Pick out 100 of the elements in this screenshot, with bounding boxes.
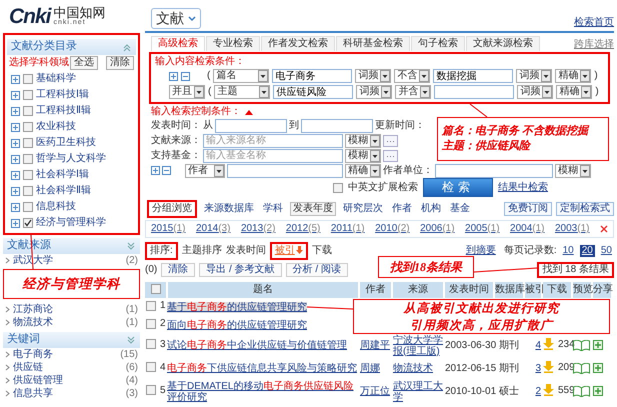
expand-icon[interactable] [11, 170, 20, 180]
group-tab[interactable]: 作者 [390, 202, 414, 214]
dropdown[interactable]: 并且 [169, 85, 205, 99]
dropdown[interactable]: 篇名 [213, 69, 270, 83]
database-dropdown[interactable]: 文献 [151, 8, 201, 29]
filter-link[interactable]: 供应链管理 [13, 374, 63, 386]
source-link[interactable]: 宁波大学学报(理工版) [393, 334, 443, 356]
book-icon[interactable] [573, 362, 590, 374]
dropdown[interactable]: 模糊 [345, 148, 381, 162]
search-tab[interactable]: 文献来源检索 [466, 36, 540, 51]
search-button[interactable]: 检索 [423, 178, 493, 197]
dropdown[interactable]: 词频 [355, 69, 392, 83]
checkbox[interactable] [23, 154, 33, 164]
category-link[interactable]: 基础科学 [36, 73, 76, 85]
checkbox[interactable] [146, 300, 156, 311]
checkbox[interactable] [23, 106, 33, 116]
collapse-icon[interactable] [181, 72, 190, 80]
dropdown[interactable]: 词频 [356, 85, 392, 99]
search-tab[interactable]: 科研基金检索 [336, 36, 410, 51]
dropdown[interactable]: 精确 [556, 85, 592, 99]
expand-icon[interactable] [11, 106, 20, 116]
book-icon[interactable] [573, 386, 590, 397]
search-in-results-link[interactable]: 结果中检索 [498, 182, 548, 194]
checkbox[interactable] [23, 138, 33, 148]
group-tab[interactable]: 学科 [261, 202, 285, 214]
checkbox[interactable] [333, 182, 343, 192]
expand-icon[interactable] [11, 154, 20, 164]
expand-icon[interactable] [11, 186, 20, 196]
category-link[interactable]: 工程科技Ⅰ辑 [36, 89, 89, 101]
checkbox[interactable] [23, 90, 33, 100]
author-link[interactable]: 周娜 [360, 363, 380, 374]
year-link[interactable]: 2006(1) [420, 223, 455, 235]
filter-link[interactable]: 电子商务 [13, 348, 53, 360]
close-icon[interactable] [600, 225, 608, 233]
dropdown[interactable]: 精确 [555, 69, 592, 83]
page-size-option[interactable]: 50 [598, 244, 614, 256]
group-tab[interactable]: 发表年度 [290, 202, 336, 216]
cited-count[interactable]: 2 [535, 386, 541, 397]
category-link[interactable]: 社会科学Ⅰ辑 [36, 169, 89, 181]
dropdown[interactable]: 作者 [185, 164, 225, 178]
page-size-option[interactable]: 20 [580, 244, 595, 256]
plus-icon[interactable] [593, 340, 603, 350]
cited-count[interactable]: 3 [535, 363, 541, 374]
dropdown[interactable]: 并含 [395, 85, 432, 99]
expand-icon[interactable] [11, 122, 20, 132]
input-field[interactable] [215, 118, 287, 132]
checkbox[interactable] [23, 170, 33, 180]
category-link[interactable]: 工程科技Ⅱ辑 [36, 105, 91, 117]
small-button[interactable]: 全选 [70, 56, 98, 70]
expand-icon[interactable] [126, 241, 136, 251]
expand-icon[interactable] [126, 335, 136, 345]
download-icon[interactable] [543, 361, 554, 373]
input-field[interactable]: 数据挖掘 [433, 69, 514, 83]
title-link[interactable]: 试论电子商务中企业供应链与价值链管理 [167, 340, 347, 351]
expand-icon[interactable] [11, 218, 20, 228]
source-link[interactable]: 武汉理工大学 [393, 380, 443, 402]
search-tab[interactable]: 句子检索 [411, 36, 465, 51]
checkbox[interactable] [150, 284, 160, 294]
checkbox[interactable] [23, 122, 33, 132]
cited-count[interactable]: 4 [535, 340, 541, 351]
plus-icon[interactable] [593, 363, 603, 374]
small-button[interactable]: 清除 [106, 56, 134, 70]
book-icon[interactable] [573, 340, 590, 351]
category-link[interactable]: 医药卫生科技 [36, 137, 96, 149]
title-link[interactable]: 基于电子商务的供应链管理研究 [167, 302, 307, 312]
dropdown[interactable]: 模糊 [345, 134, 381, 148]
checkbox[interactable] [146, 339, 156, 350]
expand-icon[interactable] [11, 138, 20, 148]
expand-icon[interactable] [11, 90, 20, 100]
checkbox[interactable] [146, 318, 156, 329]
year-link[interactable]: 2003(1) [554, 223, 590, 235]
input-field[interactable]: 输入来源名称 [203, 134, 343, 148]
collapse-icon[interactable] [122, 42, 132, 52]
category-link[interactable]: 哲学与人文科学 [36, 153, 106, 165]
filter-link[interactable]: 物流技术 [13, 316, 53, 328]
year-link[interactable]: 2010(2) [375, 223, 410, 235]
year-link[interactable]: 2014(3) [196, 223, 230, 235]
download-icon[interactable] [543, 338, 554, 350]
input-field[interactable]: 供应链风险 [273, 85, 354, 99]
input-field[interactable] [301, 118, 373, 132]
checkbox[interactable] [146, 362, 156, 372]
author-link[interactable]: 周建平 [360, 340, 390, 351]
toolbar-button[interactable]: 导出 / 参考文献 [199, 263, 282, 277]
input-field[interactable] [434, 85, 514, 99]
year-link[interactable]: 2012(5) [286, 223, 320, 235]
input-field[interactable] [435, 164, 553, 178]
toolbar-button[interactable]: 清除 [161, 263, 196, 277]
collapse-icon[interactable] [162, 166, 171, 175]
group-tab[interactable]: 基金 [448, 202, 472, 214]
input-field[interactable]: 输入基金名称 [203, 148, 343, 162]
group-button[interactable]: 免费订阅 [504, 202, 552, 216]
year-link[interactable]: 2011(1) [330, 223, 365, 235]
sort-option[interactable]: 发表时间 [226, 244, 266, 256]
dropdown[interactable]: 精确 [345, 164, 381, 178]
year-link[interactable]: 2013(2) [240, 223, 276, 235]
category-link[interactable]: 社会科学Ⅱ辑 [36, 185, 91, 197]
expand-icon[interactable] [11, 202, 20, 212]
checkbox[interactable] [146, 385, 156, 396]
year-link[interactable]: 2005(1) [465, 223, 500, 235]
year-link[interactable]: 2004(1) [510, 223, 544, 235]
